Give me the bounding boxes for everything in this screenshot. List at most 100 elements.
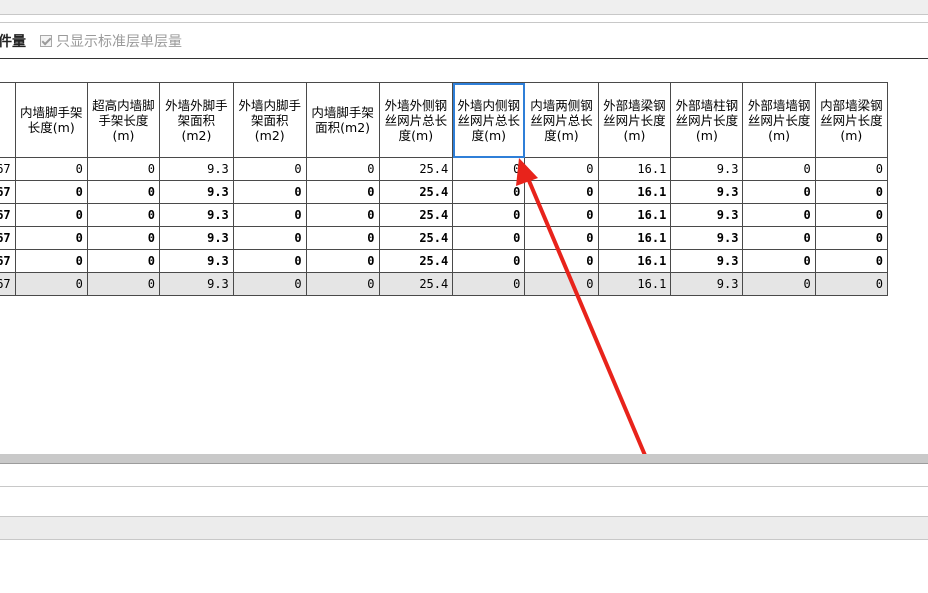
table-cell[interactable]: 0	[524, 226, 599, 250]
table-cell[interactable]: 0	[14, 157, 88, 181]
table-cell[interactable]: 0	[452, 249, 526, 273]
table-cell[interactable]: 0	[305, 180, 380, 204]
table-cell[interactable]: 0	[742, 226, 816, 250]
table-cell[interactable]: 0	[232, 226, 307, 250]
table-row[interactable]: 67009.30025.40016.19.300	[0, 157, 889, 181]
table-cell[interactable]: 0	[524, 157, 599, 181]
table-cell[interactable]: 0	[232, 203, 307, 227]
table-cell[interactable]: 25.4	[378, 180, 454, 204]
table-cell[interactable]: 0	[742, 203, 816, 227]
table-cell[interactable]: 0	[305, 203, 380, 227]
table-cell[interactable]: 0	[814, 249, 889, 273]
table-cell[interactable]: 25.4	[378, 203, 454, 227]
table-cell[interactable]: 25.4	[378, 157, 454, 181]
table-cell[interactable]: 67	[0, 180, 16, 204]
table-cell[interactable]: 9.3	[670, 157, 744, 181]
table-cell[interactable]: 0	[814, 157, 889, 181]
table-cell[interactable]: 0	[86, 203, 161, 227]
table-cell[interactable]: 9.3	[159, 272, 234, 296]
table-cell[interactable]: 0	[524, 249, 599, 273]
table-cell[interactable]: 0	[232, 180, 307, 204]
table-cell[interactable]: 0	[305, 249, 380, 273]
table-cell[interactable]: 16.1	[597, 180, 672, 204]
table-row[interactable]: 67009.30025.40016.19.300	[0, 203, 889, 227]
column-header[interactable]: 内墙两侧钢丝网片总长度(m)	[524, 82, 599, 158]
table-cell[interactable]: 0	[86, 226, 161, 250]
column-header[interactable]: 外墙外侧钢丝网片总长度(m)	[378, 82, 454, 158]
table-row[interactable]: 67009.30025.40016.19.300	[0, 249, 889, 273]
checkbox-checked-icon[interactable]	[40, 34, 52, 47]
table-cell[interactable]: 0	[524, 203, 599, 227]
column-header[interactable]: 内部墙梁钢丝网片长度(m)	[814, 82, 889, 158]
table-cell[interactable]: 67	[0, 157, 16, 181]
table-cell[interactable]: 0	[452, 180, 526, 204]
table-cell[interactable]: 67	[0, 272, 16, 296]
table-cell[interactable]: 25.4	[378, 226, 454, 250]
table-cell[interactable]: 0	[742, 180, 816, 204]
column-header[interactable]: 外墙内脚手架面积(m2)	[232, 82, 307, 158]
table-cell[interactable]: 16.1	[597, 226, 672, 250]
table-cell[interactable]: 0	[814, 203, 889, 227]
table-cell[interactable]: 0	[452, 157, 526, 181]
summary-row[interactable]: 67009.30025.40016.19.300	[0, 272, 889, 296]
table-cell[interactable]: 16.1	[597, 272, 672, 296]
table-cell[interactable]: 9.3	[670, 249, 744, 273]
table-cell[interactable]: 0	[814, 272, 889, 296]
table-cell[interactable]: 0	[524, 272, 599, 296]
table-cell[interactable]: 25.4	[378, 272, 454, 296]
table-cell[interactable]: 0	[742, 157, 816, 181]
table-cell[interactable]: 9.3	[670, 180, 744, 204]
table-cell[interactable]: 0	[452, 226, 526, 250]
table-cell[interactable]: 67	[0, 249, 16, 273]
column-header[interactable]: 外墙外脚手架面积(m2)	[159, 82, 234, 158]
table-cell[interactable]: 9.3	[159, 157, 234, 181]
table-cell[interactable]: 0	[14, 180, 88, 204]
table-cell[interactable]: 0	[86, 249, 161, 273]
table-row[interactable]: 67009.30025.40016.19.300	[0, 180, 889, 204]
column-header[interactable]: 内墙脚手架面积(m2)	[305, 82, 380, 158]
table-cell[interactable]: 0	[814, 180, 889, 204]
table-cell[interactable]: 0	[232, 272, 307, 296]
table-cell[interactable]: 0	[86, 272, 161, 296]
table-cell[interactable]: 9.3	[670, 226, 744, 250]
table-cell[interactable]: 0	[14, 226, 88, 250]
table-cell[interactable]: 9.3	[159, 180, 234, 204]
column-header[interactable]: m3	[0, 82, 16, 158]
column-header[interactable]: 外墙内侧钢丝网片总长度(m)	[452, 82, 526, 158]
table-cell[interactable]: 9.3	[159, 249, 234, 273]
table-cell[interactable]: 0	[742, 249, 816, 273]
table-cell[interactable]: 9.3	[670, 203, 744, 227]
table-cell[interactable]: 25.4	[378, 249, 454, 273]
table-cell[interactable]: 16.1	[597, 203, 672, 227]
table-cell[interactable]: 0	[232, 249, 307, 273]
table-cell[interactable]: 0	[305, 157, 380, 181]
table-row[interactable]: 67009.30025.40016.19.300	[0, 226, 889, 250]
column-header[interactable]: 外部墙柱钢丝网片长度(m)	[670, 82, 744, 158]
column-header[interactable]: 外部墙墙钢丝网片长度(m)	[742, 82, 816, 158]
table-cell[interactable]: 0	[86, 180, 161, 204]
table-cell[interactable]: 67	[0, 226, 16, 250]
horizontal-scrollbar[interactable]	[0, 454, 928, 463]
table-cell[interactable]: 0	[742, 272, 816, 296]
column-header[interactable]: 内墙脚手架长度(m)	[14, 82, 88, 158]
table-cell[interactable]: 16.1	[597, 157, 672, 181]
standard-floor-checkbox[interactable]: 只显示标准层单层量	[40, 31, 182, 51]
table-cell[interactable]: 0	[14, 203, 88, 227]
table-cell[interactable]: 0	[86, 157, 161, 181]
table-cell[interactable]: 0	[14, 272, 88, 296]
table-cell[interactable]: 0	[452, 272, 526, 296]
table-cell[interactable]: 0	[452, 203, 526, 227]
table-cell[interactable]: 67	[0, 203, 16, 227]
table-cell[interactable]: 0	[232, 157, 307, 181]
table-cell[interactable]: 0	[814, 226, 889, 250]
column-header[interactable]: 超高内墙脚手架长度(m)	[86, 82, 161, 158]
table-cell[interactable]: 9.3	[159, 226, 234, 250]
column-header[interactable]: 外部墙梁钢丝网片长度(m)	[597, 82, 672, 158]
table-cell[interactable]: 0	[14, 249, 88, 273]
table-cell[interactable]: 0	[305, 226, 380, 250]
table-cell[interactable]: 9.3	[670, 272, 744, 296]
table-cell[interactable]: 0	[524, 180, 599, 204]
table-cell[interactable]: 16.1	[597, 249, 672, 273]
table-cell[interactable]: 9.3	[159, 203, 234, 227]
table-cell[interactable]: 0	[305, 272, 380, 296]
